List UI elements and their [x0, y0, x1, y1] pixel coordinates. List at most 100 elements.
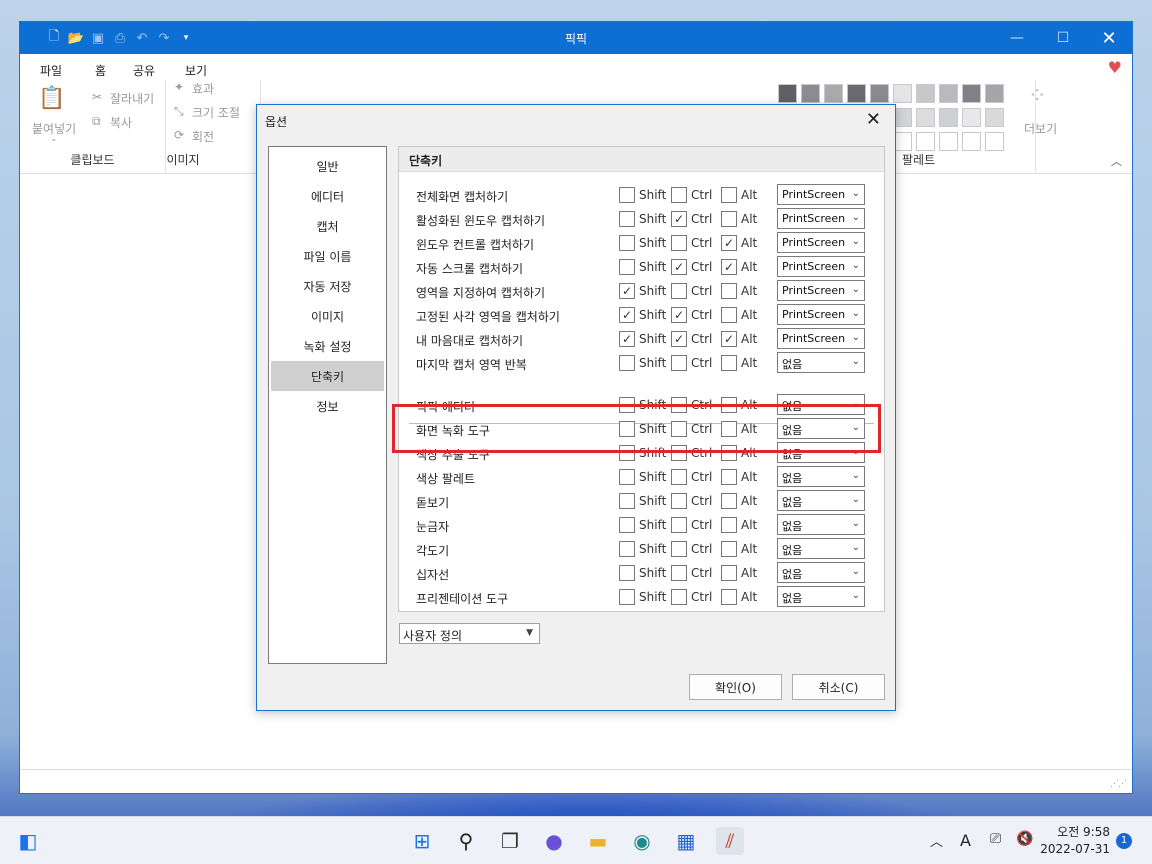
palette-swatch[interactable]: [824, 84, 843, 103]
file-explorer-icon[interactable]: ▬: [584, 827, 612, 855]
key-select[interactable]: PrintScreen ⌄: [777, 328, 865, 349]
shift-checkbox[interactable]: ✓: [619, 331, 635, 347]
palette-swatch[interactable]: [962, 108, 981, 127]
tab-file[interactable]: 파일: [40, 62, 62, 79]
nav-item[interactable]: 단축키: [271, 361, 384, 391]
more-colors-button[interactable]: 더보기: [1024, 120, 1057, 137]
resize-grip-icon[interactable]: ⋰⋰: [1110, 779, 1127, 789]
palette-swatch[interactable]: [962, 84, 981, 103]
ctrl-checkbox[interactable]: [671, 589, 687, 605]
shift-checkbox[interactable]: [619, 445, 635, 461]
rotate-button[interactable]: 회전: [192, 128, 214, 145]
more-colors-icon[interactable]: ⁘: [1028, 84, 1046, 109]
alt-checkbox[interactable]: [721, 187, 737, 203]
key-select[interactable]: 없음 ⌄: [777, 562, 865, 583]
alt-checkbox[interactable]: [721, 283, 737, 299]
nav-item[interactable]: 캡처: [269, 211, 386, 241]
alt-checkbox[interactable]: [721, 589, 737, 605]
notification-badge[interactable]: 1: [1116, 833, 1132, 849]
ctrl-checkbox[interactable]: [671, 235, 687, 251]
cut-button[interactable]: 잘라내기: [110, 90, 154, 107]
tab-home[interactable]: 홈: [92, 62, 109, 85]
ctrl-checkbox[interactable]: [671, 517, 687, 533]
network-icon[interactable]: ⎚: [990, 831, 1001, 847]
shift-checkbox[interactable]: [619, 541, 635, 557]
cancel-button[interactable]: 취소(C): [792, 674, 885, 700]
key-select[interactable]: 없음 ⌄: [777, 490, 865, 511]
key-select[interactable]: 없음 ⌄: [777, 514, 865, 535]
cut-icon[interactable]: ✂: [92, 90, 102, 104]
nav-item[interactable]: 일반: [269, 151, 386, 181]
nav-item[interactable]: 정보: [269, 391, 386, 421]
paste-dropdown-icon[interactable]: ⌄: [50, 134, 58, 144]
key-select[interactable]: 없음 ⌄: [777, 586, 865, 607]
shift-checkbox[interactable]: [619, 187, 635, 203]
ctrl-checkbox[interactable]: ✓: [671, 307, 687, 323]
palette-swatch[interactable]: [893, 84, 912, 103]
alt-checkbox[interactable]: [721, 517, 737, 533]
palette-swatch[interactable]: [939, 132, 958, 151]
ctrl-checkbox[interactable]: [671, 493, 687, 509]
shift-checkbox[interactable]: [619, 493, 635, 509]
volume-muted-icon[interactable]: 🔇: [1016, 831, 1033, 847]
shift-checkbox[interactable]: [619, 259, 635, 275]
key-select[interactable]: PrintScreen ⌄: [777, 304, 865, 325]
shift-checkbox[interactable]: ✓: [619, 283, 635, 299]
search-icon[interactable]: ⚲: [452, 827, 480, 855]
ctrl-checkbox[interactable]: [671, 397, 687, 413]
minimize-icon[interactable]: —: [994, 22, 1040, 54]
palette-swatch[interactable]: [939, 108, 958, 127]
alt-checkbox[interactable]: ✓: [721, 331, 737, 347]
resize-button[interactable]: 크기 조절: [192, 104, 240, 121]
shift-checkbox[interactable]: [619, 235, 635, 251]
chat-icon[interactable]: ●: [540, 827, 568, 855]
alt-checkbox[interactable]: [721, 397, 737, 413]
palette-swatch[interactable]: [847, 84, 866, 103]
alt-checkbox[interactable]: ✓: [721, 235, 737, 251]
palette-swatch[interactable]: [916, 108, 935, 127]
tab-view[interactable]: 보기: [185, 62, 207, 79]
alt-checkbox[interactable]: [721, 565, 737, 581]
nav-item[interactable]: 이미지: [269, 301, 386, 331]
clock[interactable]: 오전 9:58 2022-07-31: [1040, 824, 1110, 858]
ctrl-checkbox[interactable]: [671, 469, 687, 485]
shift-checkbox[interactable]: [619, 397, 635, 413]
ctrl-checkbox[interactable]: ✓: [671, 259, 687, 275]
key-select[interactable]: 없음 ⌄: [777, 466, 865, 487]
nav-item[interactable]: 파일 이름: [269, 241, 386, 271]
alt-checkbox[interactable]: [721, 493, 737, 509]
key-select[interactable]: PrintScreen ⌄: [777, 232, 865, 253]
shift-checkbox[interactable]: [619, 469, 635, 485]
palette-swatch[interactable]: [985, 84, 1004, 103]
edge-icon[interactable]: ◉: [628, 827, 656, 855]
ime-indicator[interactable]: A: [960, 831, 971, 850]
heart-icon[interactable]: ♥: [1108, 58, 1122, 77]
nav-item[interactable]: 에디터: [269, 181, 386, 211]
shift-checkbox[interactable]: [619, 565, 635, 581]
ctrl-checkbox[interactable]: [671, 541, 687, 557]
collapse-ribbon-icon[interactable]: ︿: [1111, 153, 1122, 169]
palette-swatch[interactable]: [916, 84, 935, 103]
shift-checkbox[interactable]: [619, 211, 635, 227]
palette-swatch[interactable]: [778, 84, 797, 103]
ok-button[interactable]: 확인(O): [689, 674, 782, 700]
key-select[interactable]: 없음 ⌄: [777, 352, 865, 373]
effect-icon[interactable]: ✦: [174, 80, 184, 94]
resize-icon[interactable]: ⤡: [174, 104, 184, 119]
palette-swatch[interactable]: [985, 132, 1004, 151]
palette-swatch[interactable]: [939, 84, 958, 103]
ctrl-checkbox[interactable]: ✓: [671, 211, 687, 227]
start-icon[interactable]: ⊞: [408, 827, 436, 855]
palette-swatch[interactable]: [962, 132, 981, 151]
key-select[interactable]: PrintScreen ⌄: [777, 280, 865, 301]
tray-overflow-icon[interactable]: ︿: [930, 831, 943, 850]
ctrl-checkbox[interactable]: [671, 355, 687, 371]
ctrl-checkbox[interactable]: [671, 565, 687, 581]
key-select[interactable]: 없음 ⌄: [777, 418, 865, 439]
dialog-close-icon[interactable]: ✕: [866, 109, 881, 130]
maximize-icon[interactable]: ☐: [1040, 22, 1086, 54]
widgets-icon[interactable]: ◧: [14, 827, 42, 855]
copy-icon[interactable]: ⧉: [92, 114, 101, 129]
picpick-app-icon[interactable]: ⫽: [716, 827, 744, 855]
task-view-icon[interactable]: ❐: [496, 827, 524, 855]
